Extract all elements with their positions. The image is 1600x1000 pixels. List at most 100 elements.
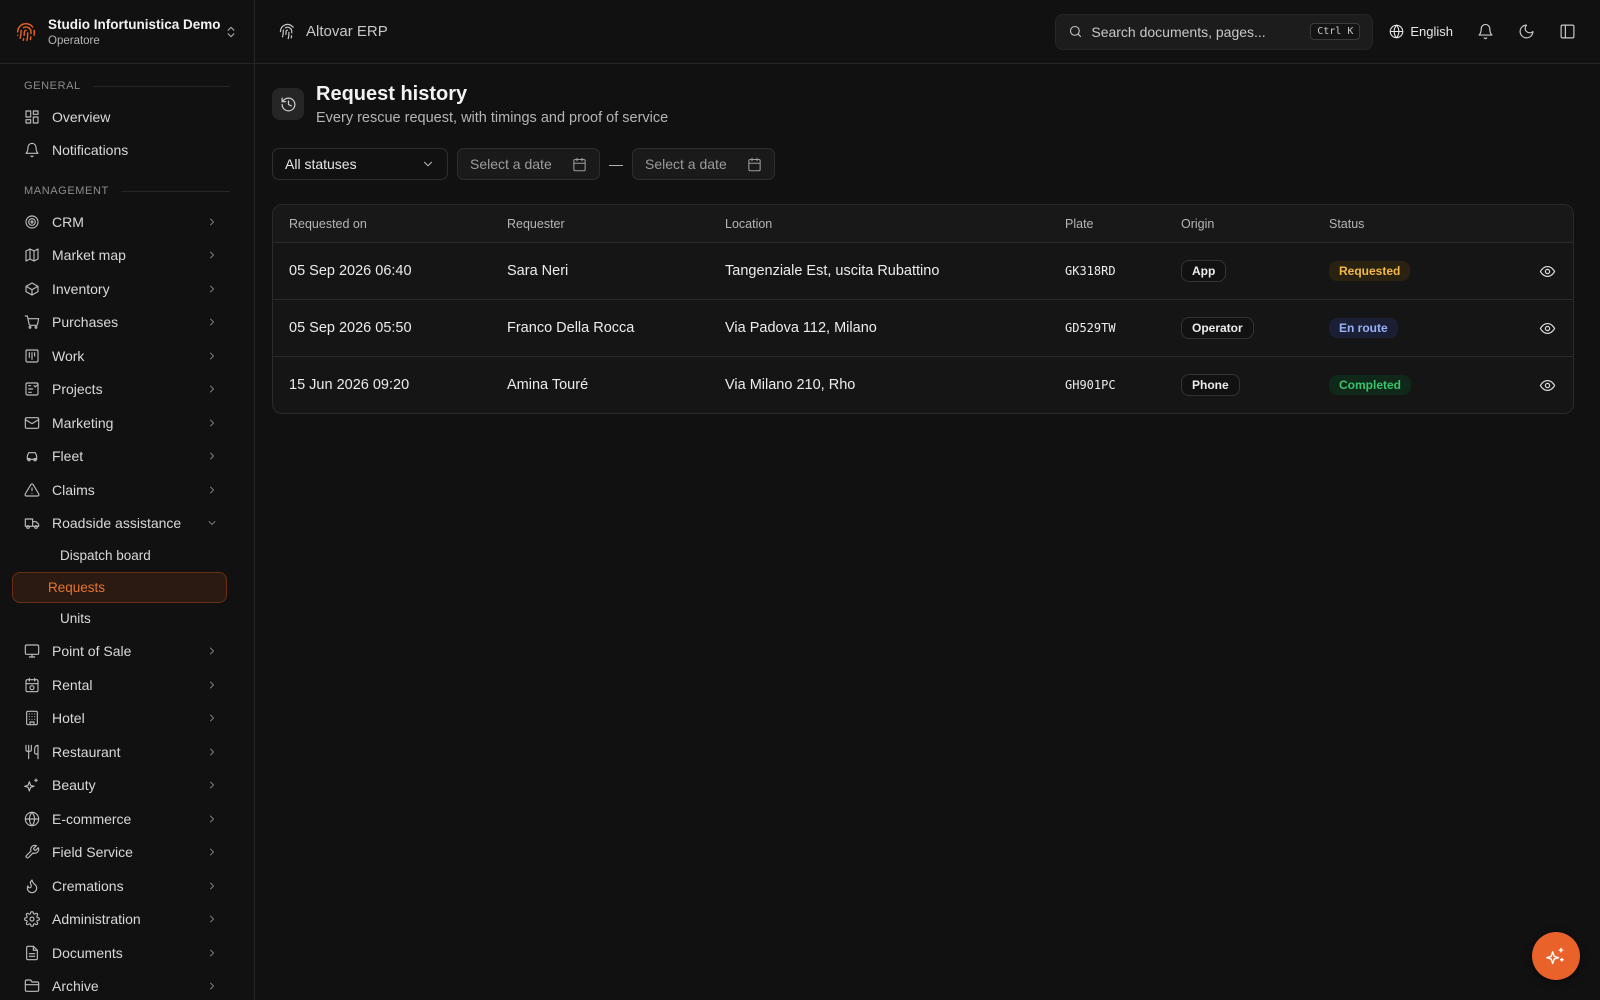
search-input[interactable]	[1091, 23, 1311, 40]
org-switcher[interactable]: Studio Infortunistica Demo Operatore	[0, 0, 254, 64]
sidebar-item-notifications[interactable]: Notifications	[0, 134, 254, 168]
chevron-right-icon	[210, 218, 214, 226]
date-range-separator: —	[609, 156, 623, 172]
eye-icon	[1539, 265, 1556, 277]
sidebar-subitem-requests[interactable]: Requests	[12, 571, 227, 603]
sidebar-item-restaurant[interactable]: Restaurant	[0, 735, 254, 769]
page-title: Request history	[316, 83, 468, 105]
chevron-right-icon	[210, 385, 214, 393]
eye-icon	[1539, 379, 1556, 391]
sparkle-icon	[24, 778, 38, 792]
table-row[interactable]: 15 Jun 2026 09:20 Amina Touré Via Milano 2…	[273, 356, 1573, 413]
column-header[interactable]: Plate	[1049, 217, 1165, 231]
sidebar-item-fleet[interactable]: Fleet	[0, 440, 254, 474]
notifications-button[interactable]	[1477, 23, 1494, 40]
chevron-right-icon	[210, 748, 214, 756]
sidebar-item-crm[interactable]: CRM	[0, 205, 254, 239]
column-header[interactable]: Requester	[491, 217, 709, 231]
date-to-placeholder: Select a date	[645, 156, 727, 172]
panel-icon	[1560, 24, 1575, 39]
bell-icon	[25, 143, 39, 158]
sidebar-item-label: Field Service	[52, 844, 133, 861]
sidebar-item-point-of-sale[interactable]: Point of Sale	[0, 635, 254, 669]
chevron-right-icon	[210, 251, 214, 259]
column-header[interactable]: Location	[709, 217, 1049, 231]
sidebar-item-work[interactable]: Work	[0, 339, 254, 373]
theme-toggle-button[interactable]	[1518, 23, 1535, 40]
car-icon	[26, 452, 38, 462]
date-from-picker[interactable]: Select a date	[457, 148, 600, 180]
column-header[interactable]: Requested on	[273, 217, 491, 231]
sidebar-item-label: Fleet	[52, 448, 84, 465]
main-content: Request history Every rescue request, wi…	[272, 64, 1574, 414]
status-badge: En route	[1329, 318, 1398, 338]
view-request-button[interactable]	[1539, 377, 1573, 394]
origin-badge: App	[1181, 260, 1227, 282]
sidebar-subitem-label: Dispatch board	[60, 548, 151, 564]
projects-icon	[25, 382, 39, 396]
sidebar-item-documents[interactable]: Documents	[0, 936, 254, 970]
sidebar-item-e-commerce[interactable]: E-commerce	[0, 802, 254, 836]
sidebar-item-label: Work	[52, 347, 85, 364]
column-header[interactable]: Status	[1313, 217, 1523, 231]
status-filter-select[interactable]: All statuses	[272, 148, 448, 180]
date-to-picker[interactable]: Select a date	[632, 148, 775, 180]
section-general-label: GENERAL	[24, 80, 81, 92]
chevron-right-icon	[210, 285, 214, 293]
location-cell: Via Padova 112, Milano	[725, 320, 877, 336]
sidebar-item-field-service[interactable]: Field Service	[0, 836, 254, 870]
chevron-right-icon	[210, 949, 214, 957]
section-management: MANAGEMENT	[0, 181, 254, 201]
sidebar-item-overview[interactable]: Overview	[0, 100, 254, 134]
chevron-right-icon	[210, 848, 214, 856]
sidebar-item-beauty[interactable]: Beauty	[0, 769, 254, 803]
plate-cell: GD529TW	[1065, 321, 1116, 335]
section-general: GENERAL	[0, 76, 254, 96]
sidebar-item-purchases[interactable]: Purchases	[0, 306, 254, 340]
sidebar-item-label: Purchases	[52, 314, 119, 331]
sidebar-item-rental[interactable]: Rental	[0, 668, 254, 702]
sidebar-subitem-units[interactable]: Units	[12, 603, 227, 635]
sidebar-item-label: Marketing	[52, 414, 114, 431]
sidebar-item-archive[interactable]: Archive	[0, 970, 254, 1000]
ai-assistant-button[interactable]	[1532, 932, 1580, 980]
toggle-panel-button[interactable]	[1559, 23, 1576, 40]
requested-on-cell: 05 Sep 2026 06:40	[289, 263, 412, 279]
sidebar-item-claims[interactable]: Claims	[0, 473, 254, 507]
language-switcher[interactable]: English	[1389, 24, 1453, 39]
chevron-right-icon	[210, 647, 214, 655]
flame-icon	[26, 879, 38, 893]
view-request-button[interactable]	[1539, 263, 1573, 280]
page-header: Request history Every rescue request, wi…	[272, 82, 1574, 126]
sidebar-item-label: Roadside assistance	[52, 515, 182, 532]
sidebar-item-hotel[interactable]: Hotel	[0, 702, 254, 736]
sidebar-subitem-dispatch-board[interactable]: Dispatch board	[12, 540, 227, 572]
sidebar-item-market-map[interactable]: Market map	[0, 239, 254, 273]
restaurant-icon	[25, 744, 39, 759]
sidebar-item-projects[interactable]: Projects	[0, 373, 254, 407]
sidebar-item-administration[interactable]: Administration	[0, 903, 254, 937]
column-header[interactable]: Origin	[1165, 217, 1313, 231]
view-request-button[interactable]	[1539, 320, 1573, 337]
sidebar-item-label: Restaurant	[52, 743, 121, 760]
chevron-right-icon	[210, 352, 214, 360]
table-row[interactable]: 05 Sep 2026 06:40 Sara Neri Tangenziale Es…	[273, 242, 1573, 299]
sidebar-item-cremations[interactable]: Cremations	[0, 869, 254, 903]
sidebar-item-label: Projects	[52, 381, 103, 398]
app-title: Altovar ERP	[279, 23, 388, 40]
chevrons-up-down-icon	[227, 26, 235, 37]
page-subtitle: Every rescue request, with timings and p…	[316, 110, 669, 126]
search-box[interactable]: Ctrl K	[1055, 13, 1374, 50]
sidebar-item-marketing[interactable]: Marketing	[0, 406, 254, 440]
sidebar-item-roadside-assistance[interactable]: Roadside assistance	[0, 507, 254, 541]
rental-icon	[25, 677, 39, 692]
sidebar-subitem-label: Requests	[48, 579, 106, 595]
document-icon	[26, 945, 38, 960]
plate-cell: GH901PC	[1065, 378, 1116, 392]
fingerprint-icon	[279, 23, 294, 40]
chevron-right-icon	[210, 915, 214, 923]
table-row[interactable]: 05 Sep 2026 05:50 Franco Della Rocca Via P…	[273, 299, 1573, 356]
sidebar-item-inventory[interactable]: Inventory	[0, 272, 254, 306]
history-icon	[272, 88, 304, 120]
language-label: English	[1410, 24, 1453, 39]
